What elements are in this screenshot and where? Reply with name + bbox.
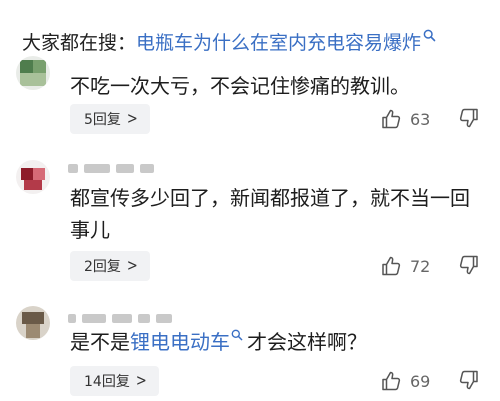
- replies-button[interactable]: 5回复 >: [70, 104, 150, 134]
- replies-button[interactable]: 14回复 >: [70, 366, 159, 396]
- search-icon[interactable]: [231, 329, 243, 341]
- thumbs-up-icon: [380, 108, 402, 130]
- comment-text-part: 是不是: [70, 330, 130, 354]
- search-icon[interactable]: [423, 29, 436, 42]
- replies-label: 2回复: [84, 259, 121, 275]
- like-count: 69: [410, 371, 431, 391]
- username-obscured: [68, 162, 154, 174]
- chevron-right-icon: >: [126, 257, 138, 275]
- like-count: 72: [410, 256, 431, 276]
- chevron-right-icon: >: [135, 372, 147, 390]
- like-button[interactable]: 69: [380, 369, 430, 393]
- chevron-right-icon: >: [126, 110, 138, 128]
- avatar[interactable]: [16, 160, 50, 194]
- comment-text: 是不是锂电电动车 才会这样啊？: [70, 326, 480, 358]
- avatar[interactable]: [16, 306, 50, 340]
- thumbs-up-icon: [380, 370, 402, 392]
- like-count: 63: [410, 109, 431, 129]
- avatar[interactable]: [16, 56, 50, 90]
- like-button[interactable]: 72: [380, 254, 430, 278]
- comment-text-part: 才会这样啊？: [247, 330, 367, 354]
- replies-label: 14回复: [84, 374, 130, 390]
- thumbs-down-icon[interactable]: [458, 369, 480, 393]
- like-button[interactable]: 63: [380, 107, 430, 131]
- username-obscured: [68, 312, 172, 324]
- replies-button[interactable]: 2回复 >: [70, 251, 150, 281]
- comment-text: 都宣传多少回了，新闻都报道了，就不当一回事儿: [70, 186, 470, 242]
- thumbs-up-icon: [380, 255, 402, 277]
- search-suggestion-label: 大家都在搜：: [22, 31, 137, 54]
- comment-text: 不吃一次大亏，不会记住惨痛的教训。: [70, 74, 410, 98]
- thumbs-down-icon[interactable]: [458, 254, 480, 278]
- search-suggestion: 大家都在搜： 电瓶车为什么在室内充电容易爆炸: [22, 26, 436, 56]
- replies-label: 5回复: [84, 112, 121, 128]
- thumbs-down-icon[interactable]: [458, 107, 480, 131]
- search-suggestion-link[interactable]: 电瓶车为什么在室内充电容易爆炸: [136, 28, 421, 55]
- search-term-link[interactable]: 锂电电动车: [130, 330, 230, 354]
